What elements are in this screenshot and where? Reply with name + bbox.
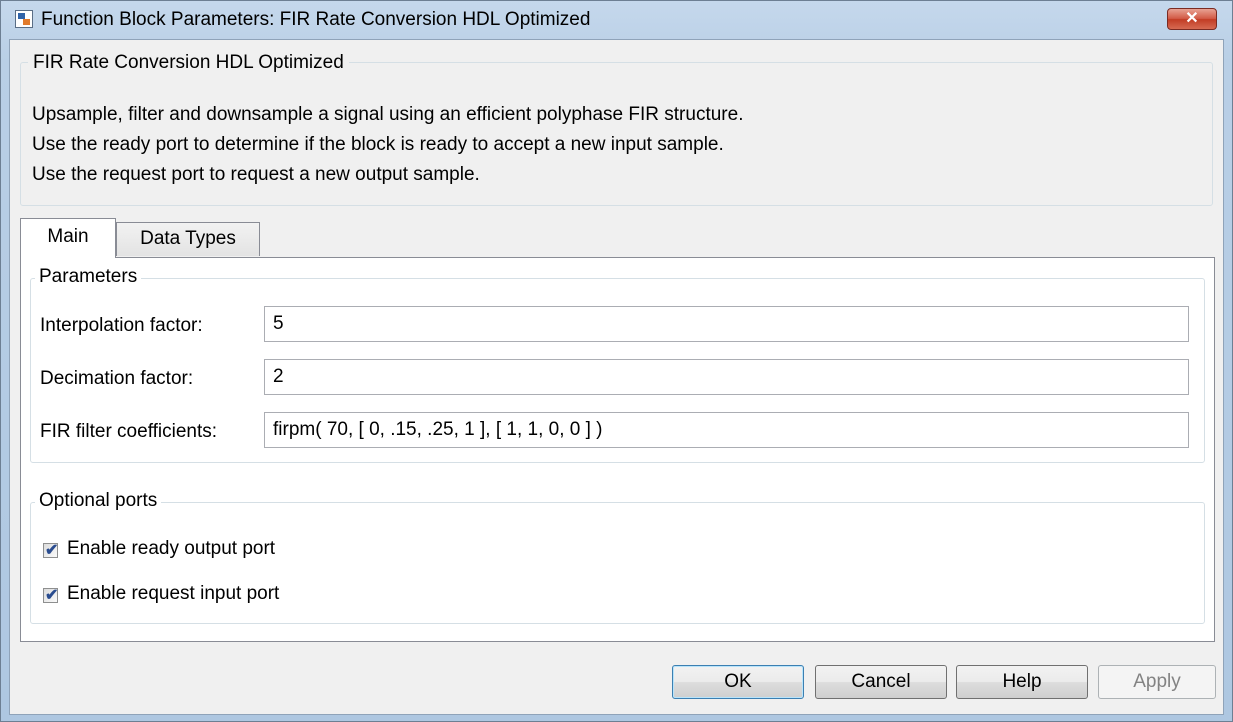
close-icon: ✕ — [1185, 10, 1199, 27]
ready-port-label[interactable]: Enable ready output port — [67, 538, 275, 560]
cancel-button[interactable]: Cancel — [815, 665, 947, 699]
tab-data-types-label: Data Types — [140, 228, 236, 249]
checkmark-icon: ✔ — [45, 542, 59, 559]
optional-ports-group — [30, 502, 1205, 624]
description-line-2: Use the ready port to determine if the b… — [32, 134, 724, 155]
tab-panel-main: Parameters Interpolation factor: Decimat… — [20, 257, 1215, 642]
tab-data-types[interactable]: Data Types — [116, 222, 260, 256]
simulink-block-icon — [15, 10, 33, 28]
decimation-factor-field[interactable] — [264, 359, 1189, 395]
tab-main[interactable]: Main — [20, 218, 116, 258]
ok-button[interactable]: OK — [672, 665, 804, 699]
close-button[interactable]: ✕ — [1167, 8, 1217, 30]
description-line-1: Upsample, filter and downsample a signal… — [32, 104, 744, 125]
title-bar[interactable]: Function Block Parameters: FIR Rate Conv… — [1, 1, 1232, 39]
fir-coefficients-field[interactable] — [264, 412, 1189, 448]
request-port-label[interactable]: Enable request input port — [67, 583, 279, 605]
fir-coefficients-label: FIR filter coefficients: — [40, 421, 218, 442]
interpolation-factor-label: Interpolation factor: — [40, 315, 203, 336]
interpolation-factor-field[interactable] — [264, 306, 1189, 342]
parameters-group-title: Parameters — [35, 266, 142, 288]
window-title: Function Block Parameters: FIR Rate Conv… — [41, 9, 591, 30]
apply-button: Apply — [1098, 665, 1216, 699]
dialog-window: Function Block Parameters: FIR Rate Conv… — [0, 0, 1233, 722]
request-port-checkbox[interactable]: ✔ — [43, 587, 59, 604]
description-line-3: Use the request port to request a new ou… — [32, 164, 480, 185]
dialog-client-area: FIR Rate Conversion HDL Optimized Upsamp… — [9, 39, 1224, 715]
optional-ports-group-title: Optional ports — [35, 490, 162, 512]
help-button[interactable]: Help — [956, 665, 1088, 699]
checkmark-icon: ✔ — [45, 587, 59, 604]
decimation-factor-label: Decimation factor: — [40, 368, 194, 389]
tab-main-label: Main — [47, 226, 89, 247]
ready-port-checkbox[interactable]: ✔ — [43, 542, 59, 559]
description-group-title: FIR Rate Conversion HDL Optimized — [28, 52, 349, 74]
